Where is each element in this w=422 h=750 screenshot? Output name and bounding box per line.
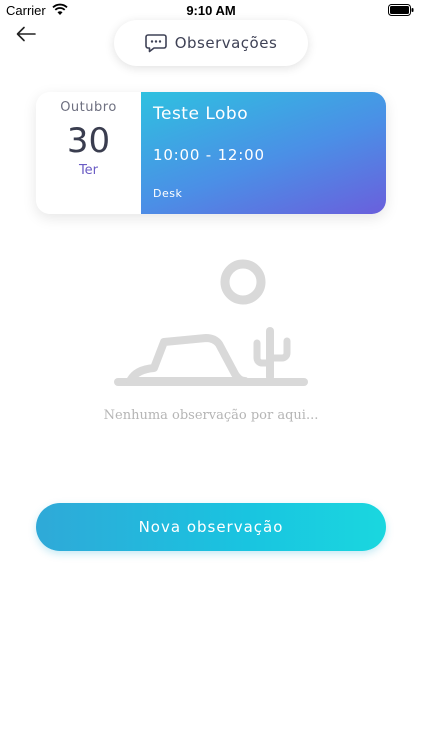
battery-icon: [388, 4, 414, 16]
page-title: Observações: [174, 34, 278, 52]
event-day: 30: [66, 121, 111, 161]
desert-landscape-icon: [114, 259, 308, 386]
chat-bubble-icon: [144, 34, 167, 53]
event-month: Outubro: [60, 100, 117, 115]
event-card[interactable]: Outubro 30 Ter Teste Lobo 10:00 - 12:00 …: [36, 92, 386, 214]
new-note-button[interactable]: Nova observação: [36, 503, 386, 551]
arrow-left-icon: [16, 26, 36, 42]
event-info-panel: Teste Lobo 10:00 - 12:00 Desk: [141, 92, 386, 214]
event-location: Desk: [153, 187, 183, 200]
status-time: 9:10 AM: [186, 3, 236, 18]
back-button[interactable]: [14, 24, 38, 44]
status-bar: Carrier 9:10 AM: [0, 0, 422, 22]
event-title: Teste Lobo: [153, 104, 249, 124]
empty-state-message: Nenhuma observação por aqui...: [103, 408, 319, 423]
page-header: Observações: [114, 20, 308, 66]
event-date-box: Outubro 30 Ter: [36, 92, 141, 214]
event-time-range: 10:00 - 12:00: [153, 146, 265, 164]
event-weekday: Ter: [78, 163, 99, 178]
